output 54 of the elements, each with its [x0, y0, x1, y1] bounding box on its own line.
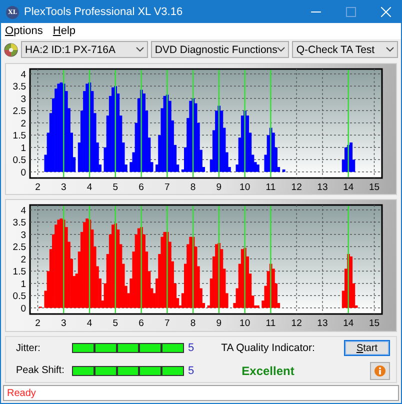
axis-label: 15 [368, 182, 380, 193]
axis-label: 14 [343, 318, 354, 330]
axis-label: 0.5 [12, 291, 26, 302]
axis-label: 1.5 [12, 130, 26, 142]
axis-label: 7 [164, 182, 170, 193]
axis-label: 0 [20, 166, 26, 178]
axis-label: 9 [216, 318, 222, 330]
quality-value: Excellent [242, 364, 294, 378]
axis-label: 9 [216, 182, 222, 193]
axis-label: 3 [61, 182, 66, 193]
meter-label: Peak Shift: [16, 365, 66, 376]
axis-label: 6 [138, 318, 144, 330]
status-text: Ready [7, 388, 36, 399]
quality-label: TA Quality Indicator: [221, 342, 315, 354]
axis-label: 12 [291, 318, 302, 330]
axis-label: 4 [86, 182, 92, 193]
axis-label: 3 [20, 230, 26, 242]
meter-reading: 5 [187, 342, 194, 354]
axis-label: 1 [20, 142, 26, 154]
axis-label: 2 [20, 254, 26, 266]
axis-label: 2 [35, 318, 40, 330]
axis-label: 13 [317, 318, 328, 330]
axis-label: 10 [240, 318, 250, 330]
axis-label: 4 [20, 68, 26, 80]
window-title: PlexTools Professional XL V3.16 [24, 6, 184, 18]
axis-label: 4 [20, 206, 26, 217]
meter-label: Jitter: [16, 342, 42, 354]
axis-label: 4 [86, 318, 92, 330]
axis-label: 5 [112, 182, 118, 193]
axis-label: 3.5 [12, 81, 26, 92]
axis-label: 3 [61, 318, 66, 330]
axis-label: 3.5 [12, 218, 26, 229]
axis-label: 7 [164, 318, 170, 330]
axis-label: 14 [343, 182, 354, 193]
axis-label: 1.5 [12, 266, 26, 278]
axis-label: 6 [138, 182, 144, 193]
axis-label: 2.5 [12, 106, 26, 117]
axis-label: 15 [368, 318, 380, 330]
axis-label: 2 [20, 118, 26, 129]
axis-label: 2 [35, 182, 40, 193]
axis-label: 3 [20, 93, 26, 104]
axis-label: 0.5 [12, 154, 26, 166]
meter-reading: 5 [187, 364, 194, 377]
axis-label: 0 [20, 304, 26, 314]
axis-label: 5 [112, 318, 118, 330]
axis-label: 1 [20, 279, 26, 290]
axis-label: 8 [190, 318, 196, 330]
axis-label: 13 [317, 182, 328, 193]
axis-label: 11 [266, 182, 276, 193]
axis-label: 8 [190, 182, 196, 193]
axis-label: 12 [291, 182, 302, 193]
axis-label: 2.5 [12, 242, 26, 254]
axis-label: 11 [266, 318, 276, 330]
axis-label: 10 [240, 182, 250, 193]
